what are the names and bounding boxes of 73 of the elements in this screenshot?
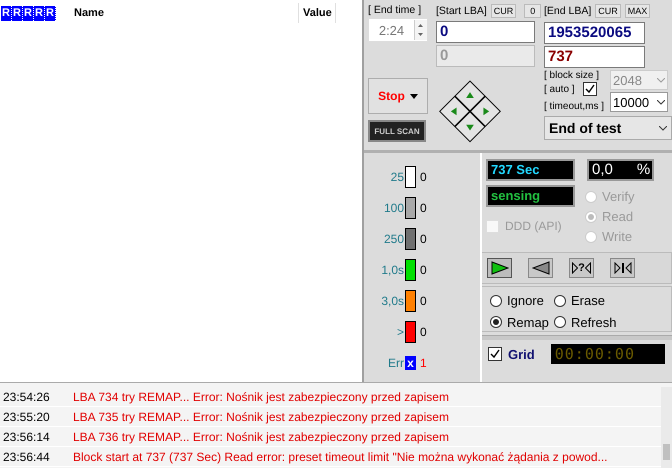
mode-badge: R	[12, 6, 23, 20]
field-label: [ timeout,ms ]	[544, 101, 606, 112]
field-label: [ block size ]	[544, 70, 600, 81]
radio-option[interactable]: Remap	[490, 314, 554, 331]
chevron-icon	[657, 100, 665, 104]
grid-checkbox[interactable]	[488, 347, 502, 361]
end-action-select[interactable]: End of test	[544, 116, 672, 140]
log-time: 23:55:20	[2, 410, 51, 424]
mode-badge: R	[1, 6, 12, 20]
legend-label: 25	[390, 170, 404, 184]
position-field: 0	[436, 45, 535, 68]
caret-icon	[410, 94, 418, 98]
play-button[interactable]	[487, 258, 512, 278]
current-lba-field: 737	[544, 46, 645, 68]
log-time: 23:56:14	[2, 430, 51, 444]
mode-badge: R	[23, 6, 34, 20]
legend-label: 1,0s	[380, 263, 404, 277]
legend-label: Err	[387, 356, 404, 370]
auto-checkbox[interactable]	[582, 82, 597, 96]
legend-label: 250	[382, 232, 404, 246]
timeout-select[interactable]: 10000	[610, 92, 668, 112]
full-scan-button[interactable]: FULL SCAN	[368, 120, 426, 142]
triangle-icon	[572, 262, 578, 274]
field-label: [Start LBA]	[436, 4, 487, 17]
radio-option[interactable]: Erase	[554, 292, 634, 310]
radio-option[interactable]: Refresh	[554, 314, 634, 331]
end-button[interactable]	[610, 258, 635, 278]
error-swatch: x	[405, 356, 416, 370]
time-spinner[interactable]: 2:24	[368, 18, 428, 42]
scrollbar[interactable]	[661, 387, 672, 468]
legend-count: 1	[420, 356, 427, 370]
legend-count: 0	[420, 325, 427, 339]
back-button[interactable]	[528, 258, 553, 278]
chevron-icon	[657, 78, 665, 82]
percent-display: 0,0 %	[587, 159, 654, 181]
end-lba-field[interactable]: 1953520065	[544, 22, 645, 44]
status-display: sensing	[486, 185, 575, 207]
chevron-icon	[659, 126, 667, 130]
cur-button[interactable]: CUR	[490, 4, 516, 18]
field-label: [ auto ]	[544, 84, 575, 94]
legend-count: 0	[420, 263, 427, 277]
reverse-icon	[532, 261, 550, 275]
mode-badge: R	[45, 6, 56, 20]
legend-count: 0	[420, 232, 427, 246]
log-message: Block start at 737 (737 Sec) Read error: preset timeout limit "Nie można wykonać żądania z powod...	[73, 450, 608, 464]
field-label: [End LBA]	[544, 5, 592, 17]
legend-count: 0	[420, 294, 427, 308]
triangle-icon	[584, 262, 591, 274]
log-message: LBA 734 try REMAP... Error: Nośnik jest zabezpieczony przed zapisem	[73, 390, 449, 404]
column-header[interactable]: Value	[298, 3, 336, 23]
play-icon	[490, 261, 508, 275]
cur-button[interactable]: CUR	[595, 4, 621, 18]
log-message: LBA 735 try REMAP... Error: Nośnik jest zabezpieczony przed zapisem	[73, 410, 449, 424]
skip-button[interactable]: ?	[569, 258, 594, 278]
radio-option[interactable]: Ignore	[490, 292, 554, 310]
log-message: LBA 736 try REMAP... Error: Nośnik jest zabezpieczony przed zapisem	[73, 430, 449, 444]
legend-label: 3,0s	[380, 294, 404, 308]
legend-count: 0	[420, 201, 427, 215]
start-lba-field[interactable]: 0	[436, 21, 535, 44]
elapsed-display: 737 Sec	[486, 159, 575, 181]
legend-label: 100	[382, 201, 404, 215]
legend-count: 0	[420, 170, 427, 184]
legend-label: >	[396, 325, 404, 339]
timer-display: 00:00:00	[550, 344, 665, 364]
field-label: [ End time ]	[368, 4, 422, 16]
grid-label: Grid	[508, 346, 535, 362]
bounds-icon	[614, 262, 632, 274]
column-header[interactable]: Name	[70, 3, 298, 23]
log-time: 23:54:26	[2, 390, 51, 404]
max-button[interactable]: MAX	[624, 4, 650, 18]
mode-badge: R	[34, 6, 45, 20]
log-time: 23:56:44	[2, 450, 51, 464]
reset-button[interactable]: 0	[524, 4, 542, 18]
